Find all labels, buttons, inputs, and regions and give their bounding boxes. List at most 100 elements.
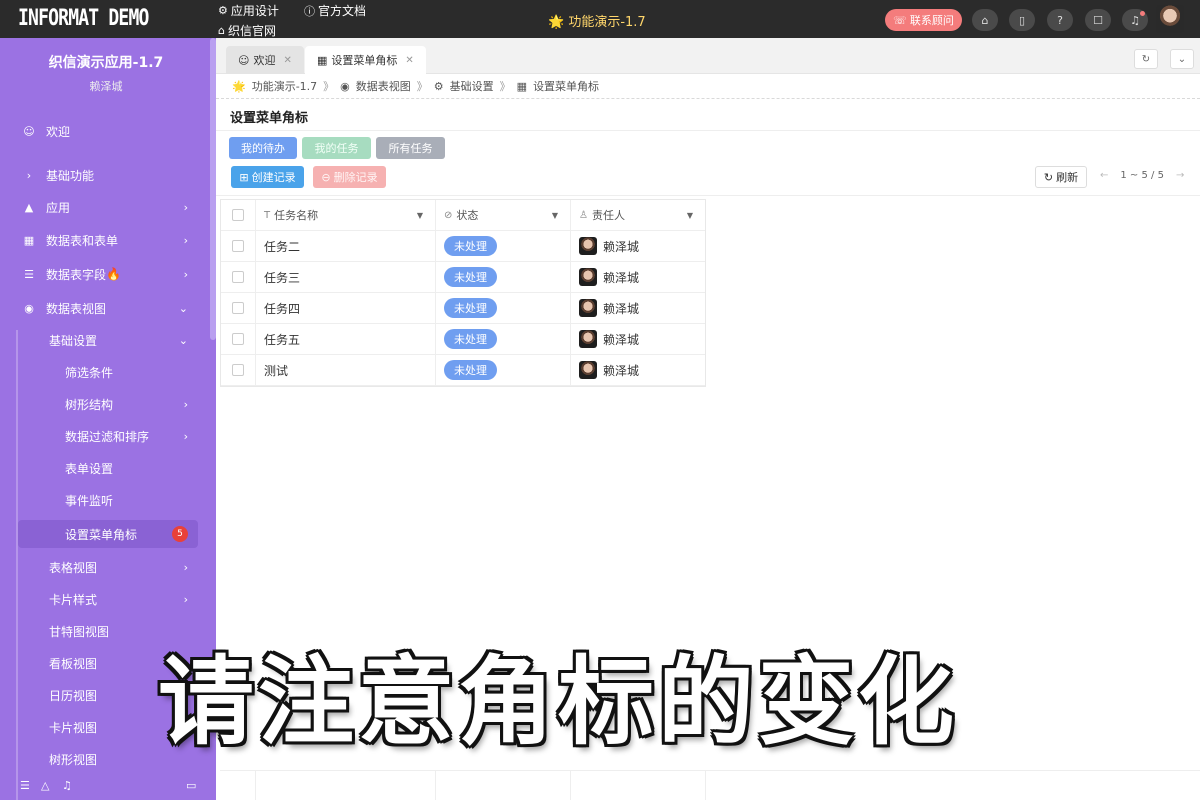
chevron-right-icon: › bbox=[26, 168, 32, 182]
sidebar-item-event-listen[interactable]: 事件监听 bbox=[0, 486, 210, 514]
help-button[interactable]: ? bbox=[1047, 9, 1073, 31]
reload-tab-button[interactable]: ↻ bbox=[1134, 49, 1158, 69]
sidebar-item-basic-settings[interactable]: 基础设置 ⌄ bbox=[0, 326, 210, 354]
filter-my-tasks[interactable]: 我的任务 bbox=[302, 137, 371, 159]
column-header-name[interactable]: T 任务名称 ▼ bbox=[256, 200, 436, 230]
row-checkbox[interactable] bbox=[232, 302, 244, 314]
filter-all-tasks[interactable]: 所有任务 bbox=[376, 137, 445, 159]
app-switcher[interactable]: 🌟 功能演示-1.7 bbox=[548, 11, 646, 30]
caret-down-icon[interactable]: ▼ bbox=[552, 211, 558, 220]
sidebar-footer: ☰ △ ♫ ▭ bbox=[0, 770, 216, 800]
pagination: ← 1 ~ 5 / 5 → bbox=[1100, 170, 1184, 181]
table-row[interactable]: 任务五 未处理 赖泽城 bbox=[221, 324, 705, 355]
chevron-right-icon: › bbox=[183, 200, 188, 214]
notification-button[interactable]: ♫ bbox=[1122, 9, 1148, 31]
sidebar-item-basic[interactable]: › 基础功能 bbox=[0, 161, 210, 189]
create-record-button[interactable]: ⊞ 创建记录 bbox=[231, 166, 304, 188]
consult-button[interactable]: ☏ 联系顾问 bbox=[885, 9, 962, 31]
breadcrumb-separator: 》 bbox=[499, 80, 511, 93]
chevron-right-icon: › bbox=[183, 397, 188, 411]
owner-cell[interactable]: 赖泽城 bbox=[571, 231, 705, 261]
home-button[interactable]: ⌂ bbox=[972, 9, 998, 31]
tab-welcome[interactable]: ☺ 欢迎 ✕ bbox=[226, 46, 304, 74]
status-cell[interactable]: 未处理 bbox=[436, 324, 571, 354]
refresh-button[interactable]: ↻ 刷新 bbox=[1035, 166, 1087, 188]
table-row[interactable]: 任务三 未处理 赖泽城 bbox=[221, 262, 705, 293]
table-icon: ▦ bbox=[516, 79, 528, 93]
sidebar-item-form-settings[interactable]: 表单设置 bbox=[0, 454, 210, 482]
sidebar-item-filter-sort[interactable]: 数据过滤和排序 › bbox=[0, 422, 210, 450]
sidebar-item-welcome[interactable]: ☺ 欢迎 bbox=[0, 117, 210, 145]
avatar bbox=[579, 330, 597, 348]
task-name-cell[interactable]: 任务四 bbox=[256, 293, 436, 323]
docs-link[interactable]: ⓘ 官方文档 bbox=[304, 2, 366, 19]
sidebar-item-table-fields[interactable]: ☰ 数据表字段 🔥 › bbox=[0, 260, 210, 288]
caret-down-icon[interactable]: ▼ bbox=[417, 211, 423, 220]
row-checkbox[interactable] bbox=[232, 364, 244, 376]
sidebar-item-menu-badge[interactable]: 设置菜单角标 5 bbox=[18, 520, 198, 548]
filter-my-todo[interactable]: 我的待办 bbox=[229, 137, 297, 159]
caret-down-icon[interactable]: ▼ bbox=[687, 211, 693, 220]
table-row[interactable]: 任务二 未处理 赖泽城 bbox=[221, 231, 705, 262]
sidebar-item-filter[interactable]: 筛选条件 bbox=[0, 358, 210, 386]
sidebar-item-table-views[interactable]: ◉ 数据表视图 ⌄ bbox=[0, 294, 210, 322]
info-icon: ⓘ bbox=[304, 4, 315, 18]
avatar bbox=[579, 268, 597, 286]
tab-menu-button[interactable]: ⌄ bbox=[1170, 49, 1194, 69]
owner-cell[interactable]: 赖泽城 bbox=[571, 293, 705, 323]
owner-cell[interactable]: 赖泽城 bbox=[571, 355, 705, 385]
close-icon[interactable]: ✕ bbox=[283, 55, 291, 66]
sidebar-item-tree[interactable]: 树形结构 › bbox=[0, 390, 210, 418]
task-name-cell[interactable]: 测试 bbox=[256, 355, 436, 385]
gear-icon: ⚙ bbox=[433, 79, 444, 93]
table-row[interactable]: 任务四 未处理 赖泽城 bbox=[221, 293, 705, 324]
close-icon[interactable]: ✕ bbox=[405, 55, 413, 66]
owner-cell[interactable]: 赖泽城 bbox=[571, 262, 705, 292]
home-icon: ⌂ bbox=[981, 13, 989, 27]
help-icon: ? bbox=[1057, 13, 1063, 27]
next-page-icon[interactable]: → bbox=[1176, 170, 1184, 181]
robot-button[interactable]: ☐ bbox=[1085, 9, 1111, 31]
menu-icon[interactable]: ☰ bbox=[20, 779, 30, 792]
sidebar-item-app[interactable]: ▲ 应用 › bbox=[0, 193, 210, 221]
status-cell[interactable]: 未处理 bbox=[436, 262, 571, 292]
book-button[interactable]: ▯ bbox=[1009, 9, 1035, 31]
task-table: T 任务名称 ▼ ⊘ 状态 ▼ ♙ 责任人 ▼ 任务二 未处理 赖泽城 任务三 未处理 赖泽城 任务四未… bbox=[220, 199, 706, 387]
sidebar-item-card-style[interactable]: 卡片样式 › bbox=[0, 585, 210, 613]
table-row[interactable]: 测试 未处理 赖泽城 bbox=[221, 355, 705, 386]
notification-dot bbox=[1140, 11, 1145, 16]
prev-page-icon[interactable]: ← bbox=[1100, 170, 1108, 181]
status-cell[interactable]: 未处理 bbox=[436, 293, 571, 323]
sidebar-item-table-view[interactable]: 表格视图 › bbox=[0, 553, 210, 581]
bell-icon[interactable]: ♫ bbox=[62, 779, 72, 792]
rocket-icon: ▲ bbox=[24, 200, 34, 214]
user-avatar[interactable] bbox=[1156, 5, 1184, 33]
status-badge: 未处理 bbox=[444, 329, 497, 349]
website-link[interactable]: ⌂ 织信官网 bbox=[218, 22, 276, 39]
top-bar: INFORMAT DEMO ⚙ 应用设计 ⓘ 官方文档 ⌂ 织信官网 🌟 功能演示-1… bbox=[0, 0, 1200, 38]
sidebar-item-tables-forms[interactable]: ▦ 数据表和表单 › bbox=[0, 226, 210, 254]
triangle-icon[interactable]: △ bbox=[41, 779, 49, 792]
delete-record-button[interactable]: ⊖ 删除记录 bbox=[313, 166, 386, 188]
app-design-link[interactable]: ⚙ 应用设计 bbox=[218, 2, 279, 19]
video-caption: 请注意角标的变化 bbox=[158, 646, 958, 758]
plus-square-icon: ⊞ bbox=[239, 170, 249, 184]
column-header-status[interactable]: ⊘ 状态 ▼ bbox=[436, 200, 571, 230]
status-cell[interactable]: 未处理 bbox=[436, 355, 571, 385]
row-checkbox[interactable] bbox=[232, 271, 244, 283]
task-name-cell[interactable]: 任务五 bbox=[256, 324, 436, 354]
owner-cell[interactable]: 赖泽城 bbox=[571, 324, 705, 354]
row-checkbox[interactable] bbox=[232, 333, 244, 345]
row-checkbox[interactable] bbox=[232, 240, 244, 252]
status-cell[interactable]: 未处理 bbox=[436, 231, 571, 261]
column-header-owner[interactable]: ♙ 责任人 ▼ bbox=[571, 200, 705, 230]
chevron-right-icon: › bbox=[183, 233, 188, 247]
collapse-icon[interactable]: ▭ bbox=[186, 779, 196, 792]
list-icon: ☰ bbox=[24, 267, 34, 281]
task-name-cell[interactable]: 任务三 bbox=[256, 262, 436, 292]
chevron-right-icon: › bbox=[183, 560, 188, 574]
task-name-cell[interactable]: 任务二 bbox=[256, 231, 436, 261]
select-all-checkbox[interactable] bbox=[232, 209, 244, 221]
tab-menu-badge[interactable]: ▦ 设置菜单角标 ✕ bbox=[305, 46, 426, 74]
status-badge: 未处理 bbox=[444, 236, 497, 256]
